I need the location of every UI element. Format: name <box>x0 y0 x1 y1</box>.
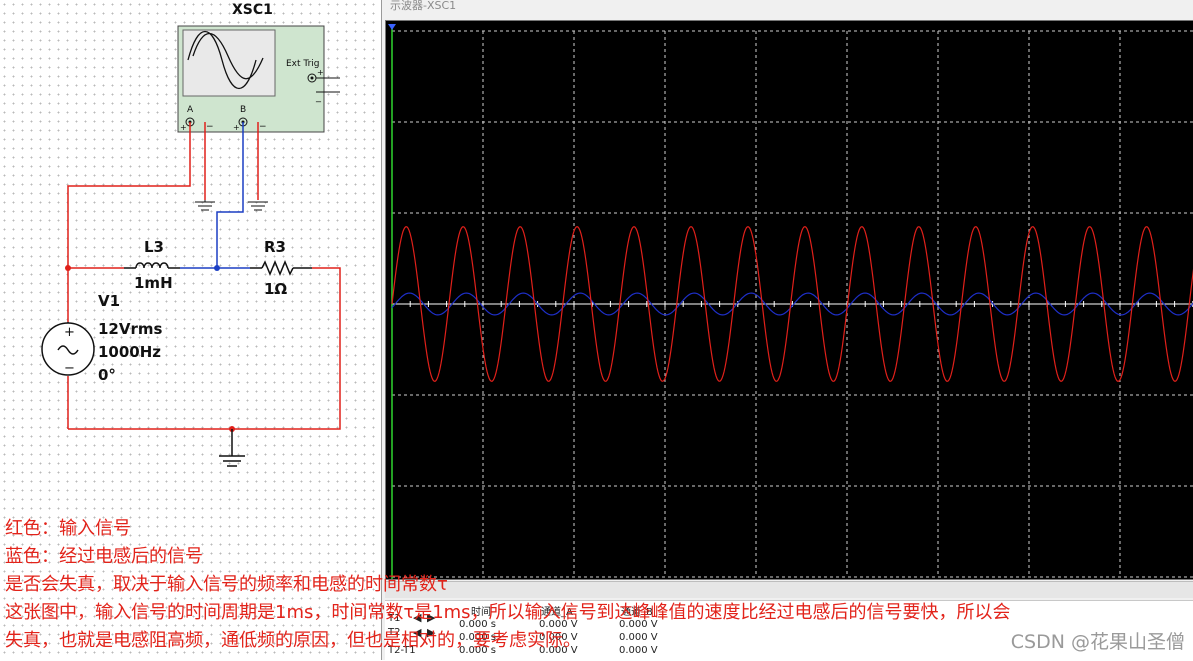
svg-text:−: − <box>64 361 75 376</box>
resistor-r3[interactable] <box>250 260 312 276</box>
inductor-ref: L3 <box>144 238 164 256</box>
resistor-ref: R3 <box>264 238 286 256</box>
source-phase: 0° <box>98 366 116 384</box>
svg-text:_: _ <box>315 92 322 103</box>
source-ref: V1 <box>98 292 120 310</box>
annotation-line: 是否会失真，取决于输入信号的频率和电感的时间常数τ <box>5 574 448 595</box>
ac-source-v1[interactable]: + − <box>41 322 95 376</box>
channel-b-label: B <box>240 105 246 115</box>
scope-grid <box>391 30 1193 578</box>
resistor-value: 1Ω <box>264 280 287 298</box>
xsc1-label: XSC1 <box>232 2 273 18</box>
svg-text:+: + <box>233 123 240 132</box>
junction-dot <box>214 265 220 271</box>
annotation-line-red-legend: 红色：输入信号 <box>5 518 131 539</box>
source-frequency: 1000Hz <box>98 343 161 361</box>
svg-text:+: + <box>64 325 75 340</box>
channel-a-wire[interactable] <box>67 122 191 268</box>
annotation-line-blue-legend: 蓝色：经过电感后的信号 <box>5 546 203 567</box>
watermark: CSDN @花果山圣僧 <box>1010 631 1185 653</box>
inductor-value: 1mH <box>134 274 173 292</box>
ext-trig-label: Ext Trig <box>286 59 320 69</box>
channel-b-wire[interactable] <box>216 122 244 268</box>
annotation-line: 这张图中，输入信号的时间周期是1ms，时间常数τ是1ms，所以输入信号到达峰峰值… <box>5 602 1011 623</box>
ground-icon <box>219 455 245 467</box>
circuit-diagram: XSC1 Ext Trig + _ A B + − + − L3 1mH R3 … <box>41 2 341 467</box>
cursor-handle-icon[interactable] <box>388 24 396 30</box>
oscilloscope-screen[interactable] <box>385 20 1193 580</box>
waveform-display <box>388 24 1193 579</box>
svg-text:+: + <box>317 68 324 77</box>
svg-text:−: − <box>206 122 214 132</box>
ground-icon <box>248 201 268 211</box>
ground-icon <box>195 200 215 211</box>
inductor-l3[interactable] <box>124 262 180 269</box>
svg-text:+: + <box>180 123 187 132</box>
source-voltage: 12Vrms <box>98 320 163 338</box>
svg-text:−: − <box>259 122 267 132</box>
channel-a-label: A <box>187 105 194 115</box>
window-title: 示波器-XSC1 <box>390 0 457 12</box>
